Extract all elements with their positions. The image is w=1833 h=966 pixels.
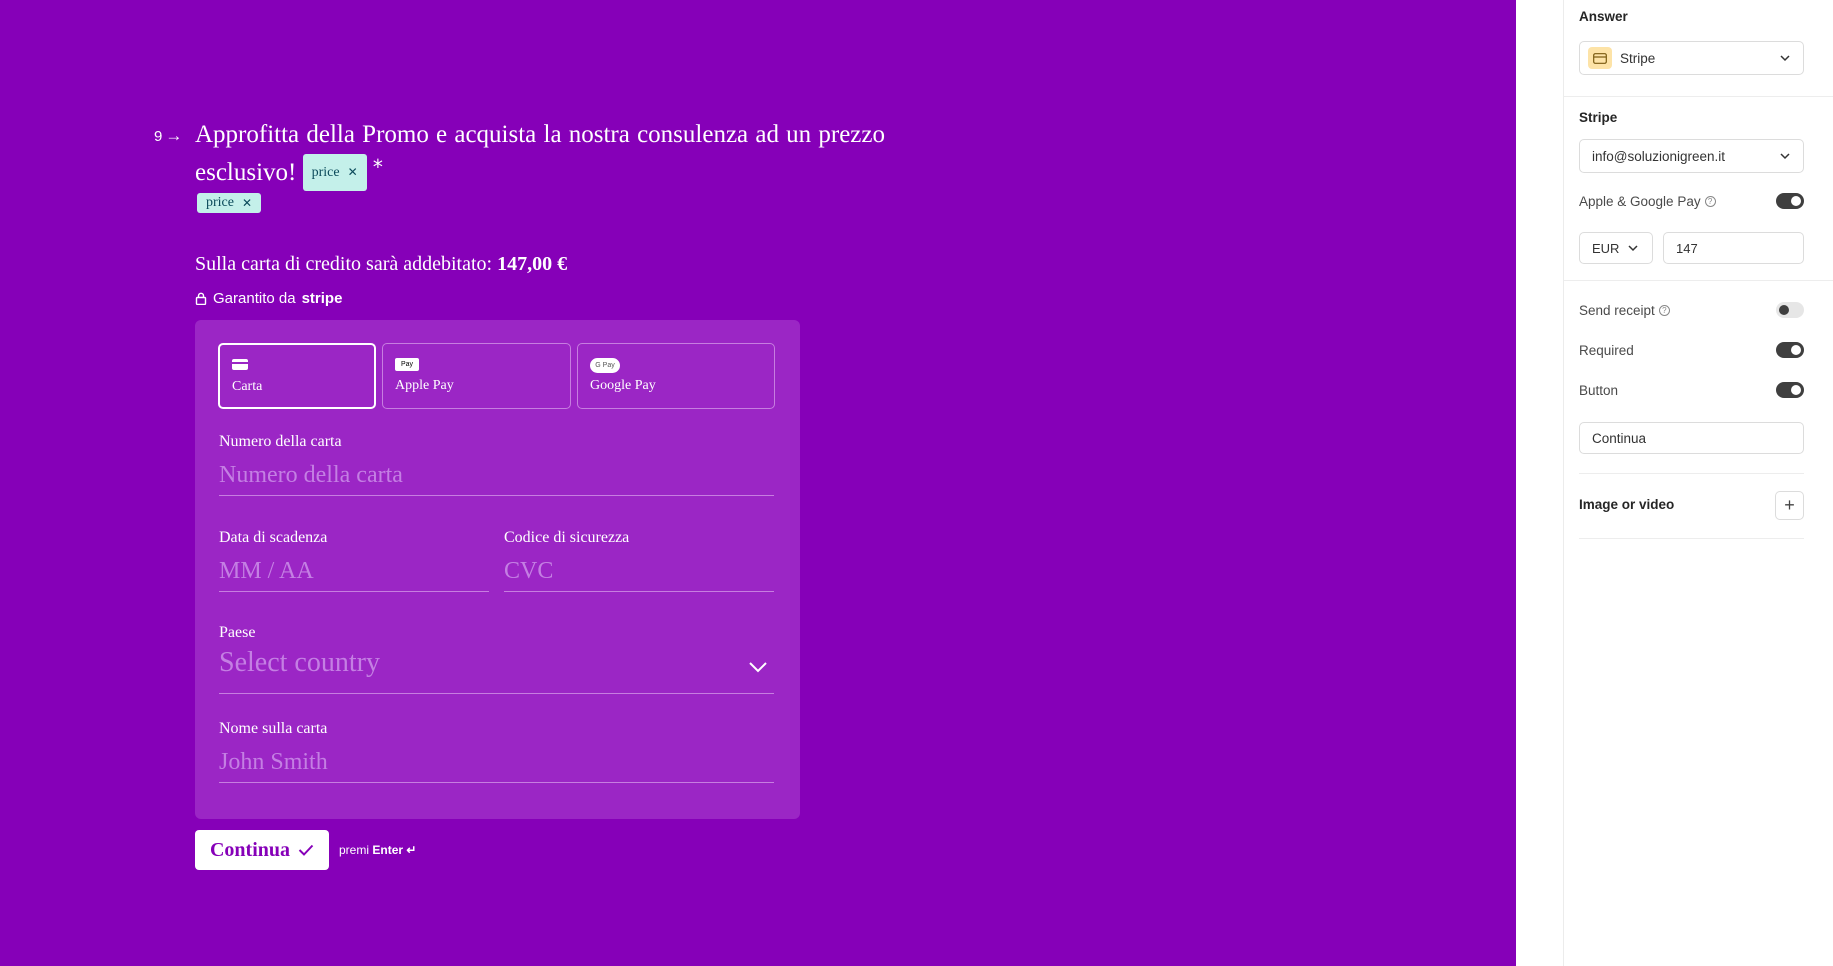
remove-tag-icon[interactable]: ✕ (242, 196, 252, 210)
send-receipt-row: Send receipt? (1579, 302, 1804, 318)
country-select-placeholder: Select country (219, 647, 380, 678)
form-canvas: 9 → Approfitta della Promo e acquista la… (0, 0, 1516, 966)
chevron-down-icon (1780, 55, 1790, 62)
lock-icon (195, 292, 207, 305)
payment-method-apple-pay[interactable]: Pay Apple Pay (382, 343, 571, 409)
price-tag-label: price (206, 195, 234, 210)
expiry-input[interactable] (219, 552, 489, 592)
stripe-account-dropdown[interactable]: info@soluzionigreen.it (1579, 139, 1804, 173)
enter-hint: premi Enter ↵ (339, 843, 416, 857)
amount-input[interactable] (1663, 232, 1804, 264)
charge-amount: 147,00 € (497, 253, 568, 275)
answer-type-value: Stripe (1620, 50, 1656, 66)
chevron-down-icon (749, 662, 767, 673)
chevron-down-icon (1628, 245, 1638, 252)
button-label: Button (1579, 382, 1619, 398)
arrow-right-icon: → (165, 126, 183, 145)
currency-dropdown[interactable]: EUR (1579, 232, 1653, 264)
image-or-video-label: Image or video (1579, 497, 1675, 512)
cvc-input[interactable] (504, 552, 774, 592)
divider (1579, 538, 1804, 539)
payment-method-card[interactable]: Carta (218, 343, 376, 409)
stripe-heading: Stripe (1579, 110, 1618, 125)
cvc-label: Codice di sicurezza (504, 529, 630, 546)
check-icon (298, 844, 314, 856)
hint-key: Enter ↵ (372, 843, 417, 857)
required-toggle[interactable] (1776, 342, 1804, 358)
guarantee-prefix: Garantito da (213, 290, 296, 307)
price-tag-label: price (311, 165, 340, 180)
credit-card-icon (1588, 47, 1612, 69)
required-row: Required (1579, 342, 1804, 358)
payment-method-google-pay[interactable]: G Pay Google Pay (577, 343, 775, 409)
payment-method-label: Google Pay (590, 378, 656, 393)
apple-pay-icon: Pay (395, 358, 419, 371)
stripe-account-value: info@soluzionigreen.it (1592, 148, 1726, 164)
card-number-input[interactable] (219, 456, 774, 496)
button-row: Button (1579, 382, 1804, 398)
cardholder-label: Nome sulla carta (219, 720, 328, 737)
answer-type-dropdown[interactable]: Stripe (1579, 41, 1804, 75)
price-tag-chip[interactable]: price ✕ (302, 154, 367, 191)
question-number-text: 9 (154, 127, 163, 145)
help-icon[interactable]: ? (1704, 195, 1716, 207)
expiry-label: Data di scadenza (219, 529, 328, 546)
divider (1564, 96, 1833, 97)
chevron-down-icon (1780, 153, 1790, 160)
card-number-label: Numero della carta (219, 433, 342, 450)
required-asterisk: * (372, 155, 383, 179)
question-title[interactable]: Approfitta della Promo e acquista la nos… (195, 118, 885, 191)
apple-google-pay-label: Apple & Google Pay (1579, 193, 1701, 209)
required-label: Required (1579, 342, 1634, 358)
help-icon[interactable]: ? (1658, 304, 1670, 316)
price-tag-chip-description[interactable]: price ✕ (197, 193, 262, 213)
button-toggle[interactable] (1776, 382, 1804, 398)
payment-method-label: Apple Pay (395, 378, 454, 393)
payment-box: Carta Pay Apple Pay G Pay Google Pay Num… (195, 320, 800, 819)
country-select[interactable]: Select country (219, 647, 774, 694)
stripe-brand: stripe (301, 290, 343, 307)
credit-card-icon (232, 359, 248, 370)
stripe-guarantee: Garantito da stripe (195, 290, 342, 307)
question-number: 9 → (154, 126, 182, 146)
continue-button-label: Continua (209, 838, 291, 861)
divider (1564, 280, 1833, 281)
settings-panel: Answer Stripe Stripe info@soluzionigreen… (1563, 0, 1833, 966)
hint-prefix: premi (339, 843, 370, 857)
remove-tag-icon[interactable]: ✕ (348, 156, 358, 189)
google-pay-icon: G Pay (590, 358, 620, 373)
continue-button[interactable]: Continua (195, 830, 329, 870)
cardholder-input[interactable] (219, 743, 774, 783)
charge-description: Sulla carta di credito sarà addebitato: … (195, 253, 567, 276)
currency-value: EUR (1592, 240, 1620, 256)
button-text-input[interactable] (1579, 422, 1804, 454)
add-media-button[interactable]: + (1775, 491, 1804, 520)
country-label: Paese (219, 624, 256, 641)
plus-icon: + (1784, 495, 1795, 515)
payment-method-label: Carta (232, 379, 263, 394)
answer-heading: Answer (1579, 9, 1628, 24)
apple-google-pay-toggle[interactable] (1776, 193, 1804, 209)
send-receipt-label: Send receipt (1579, 302, 1655, 318)
charge-prefix: Sulla carta di credito sarà addebitato: (195, 253, 493, 275)
apple-google-pay-row: Apple & Google Pay? (1579, 193, 1804, 209)
divider (1579, 473, 1804, 474)
send-receipt-toggle[interactable] (1776, 302, 1804, 318)
question-title-text[interactable]: Approfitta della Promo e acquista la nos… (195, 121, 885, 186)
